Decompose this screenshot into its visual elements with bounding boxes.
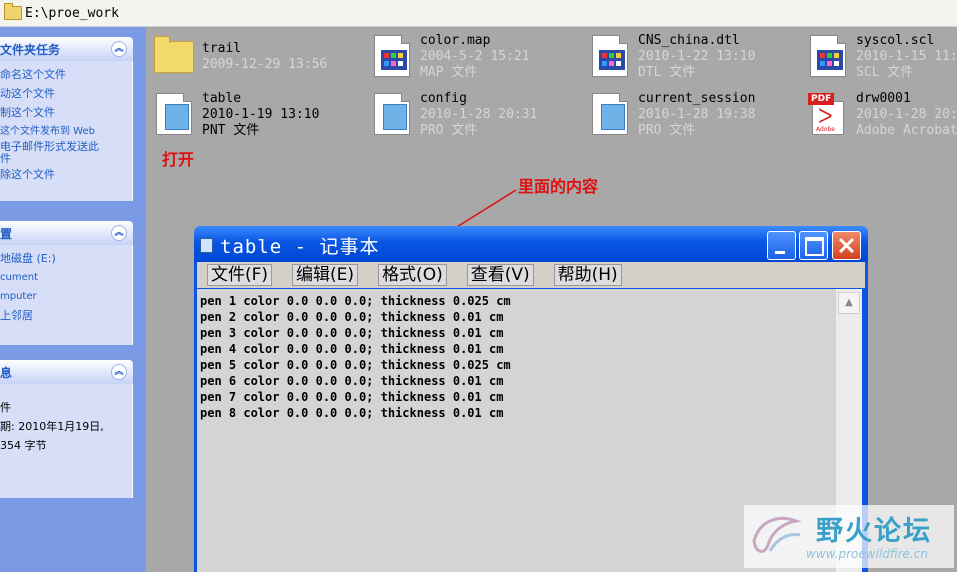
menu-help[interactable]: 帮助(H): [553, 264, 622, 286]
pdf-icon: ᐳ Adobe PDF: [806, 91, 848, 135]
address-bar[interactable]: E:\proe_work: [0, 0, 957, 27]
scroll-up-button[interactable]: ▲: [838, 292, 860, 314]
file-item[interactable]: ᐳ Adobe PDF drw0001 2010-1-28 20: Adobe A…: [806, 91, 957, 139]
minimize-button[interactable]: [767, 231, 796, 260]
menu-view[interactable]: 查看(V): [466, 264, 534, 286]
task-delete[interactable]: 除这个文件: [0, 165, 132, 184]
file-item[interactable]: trail 2009-12-29 13:56: [152, 35, 327, 79]
document-icon: [588, 33, 630, 77]
open-annotation: 打开: [162, 150, 195, 169]
place-documents[interactable]: cument: [0, 268, 132, 287]
folder-icon: [4, 3, 22, 20]
watermark-url: www.proewildfire.cn: [806, 547, 928, 561]
pro-file-icon: [588, 91, 630, 135]
detail-type: 件: [0, 401, 11, 414]
place-computer[interactable]: mputer: [0, 287, 132, 306]
detail-size: 354 字节: [0, 439, 47, 452]
collapse-icon[interactable]: ︽: [111, 41, 127, 57]
task-email[interactable]: 电子邮件形式发送此: [0, 141, 132, 153]
watermark: 野火论坛 www.proewildfire.cn: [744, 505, 954, 568]
detail-date: 期: 2010年1月19日,: [0, 420, 104, 433]
task-email-cont[interactable]: 件: [0, 153, 132, 165]
content-annotation: 里面的内容: [518, 177, 599, 196]
window-title: table - 记事本: [220, 236, 380, 258]
collapse-icon[interactable]: ︽: [111, 364, 127, 380]
other-places-header[interactable]: 置 ︽: [0, 221, 133, 245]
task-rename[interactable]: 命名这个文件: [0, 65, 132, 84]
text-area[interactable]: pen 1 color 0.0 0.0 0.0; thickness 0.025…: [197, 289, 836, 572]
file-item[interactable]: CNS_china.dtl 2010-1-22 13:10 DTL 文件: [588, 33, 755, 81]
task-move[interactable]: 动这个文件: [0, 84, 132, 103]
task-publish-web[interactable]: 这个文件发布到 Web: [0, 122, 132, 141]
menu-edit[interactable]: 编辑(E): [292, 264, 359, 286]
menu-file[interactable]: 文件(F): [207, 264, 273, 286]
file-item[interactable]: current_session 2010-1-28 19:38 PRO 文件: [588, 91, 755, 139]
notepad-icon: [200, 238, 213, 253]
wildfire-logo-icon: [752, 517, 802, 553]
close-button[interactable]: [832, 231, 861, 260]
file-content: pen 1 color 0.0 0.0 0.0; thickness 0.025…: [200, 294, 511, 420]
menu-bar: 文件(F) 编辑(E) 格式(O) 查看(V) 帮助(H): [197, 262, 865, 288]
address-path[interactable]: E:\proe_work: [25, 6, 119, 21]
other-places-panel: 置 ︽ 地磁盘 (E:) cument mputer 上邻居: [0, 221, 133, 345]
pro-file-icon: [370, 91, 412, 135]
pnt-file-icon: [152, 91, 194, 135]
folder-tasks-title: 文件夹任务: [0, 42, 61, 57]
maximize-button[interactable]: [799, 231, 828, 260]
file-item[interactable]: color.map 2004-5-2 15:21 MAP 文件: [370, 33, 530, 81]
close-icon: [838, 237, 855, 254]
file-item-selected[interactable]: table 2010-1-19 13:10 PNT 文件: [152, 91, 319, 139]
document-icon: [370, 33, 412, 77]
details-title: 息: [0, 365, 13, 380]
details-panel: 息 ︽ 件 期: 2010年1月19日, 354 字节: [0, 360, 133, 498]
place-local-disk[interactable]: 地磁盘 (E:): [0, 249, 132, 268]
folder-tasks-header[interactable]: 文件夹任务 ︽: [0, 37, 133, 61]
watermark-name: 野火论坛: [816, 516, 932, 547]
folder-icon: [152, 35, 194, 79]
menu-format[interactable]: 格式(O): [378, 264, 447, 286]
collapse-icon[interactable]: ︽: [111, 225, 127, 241]
place-network[interactable]: 上邻居: [0, 306, 132, 325]
file-item[interactable]: syscol.scl 2010-1-15 11: SCL 文件: [806, 33, 957, 81]
task-copy[interactable]: 制这个文件: [0, 103, 132, 122]
document-icon: [806, 33, 848, 77]
details-header[interactable]: 息 ︽: [0, 360, 133, 384]
task-pane: 文件夹任务 ︽ 命名这个文件 动这个文件 制这个文件 这个文件发布到 Web 电…: [0, 27, 146, 572]
folder-tasks-panel: 文件夹任务 ︽ 命名这个文件 动这个文件 制这个文件 这个文件发布到 Web 电…: [0, 37, 133, 201]
other-places-title: 置: [0, 226, 13, 241]
title-bar[interactable]: table - 记事本: [194, 226, 868, 262]
file-item[interactable]: config 2010-1-28 20:31 PRO 文件: [370, 91, 537, 139]
